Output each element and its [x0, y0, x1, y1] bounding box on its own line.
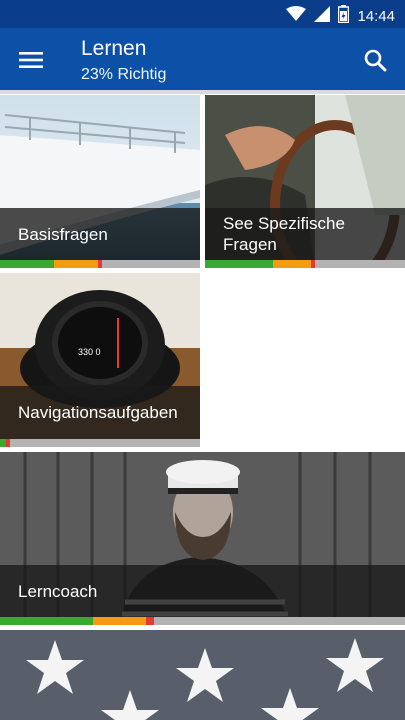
progress-wrong [6, 439, 10, 447]
page-title: Lernen [81, 37, 147, 60]
svg-text:330 0: 330 0 [78, 347, 101, 357]
tile-overlay: Navigationsaufgaben [0, 386, 200, 439]
progress-bar [0, 617, 405, 625]
tile-image-stars [0, 630, 405, 720]
tile-see-spezifische-fragen[interactable]: See Spezifische Fragen [205, 95, 405, 268]
progress-wrong [311, 260, 315, 268]
tile-overlay: See Spezifische Fragen [205, 208, 405, 260]
search-icon [359, 44, 393, 78]
progress-correct [0, 617, 94, 625]
tile-label: Lerncoach [18, 581, 98, 601]
tile-label: Basisfragen [18, 224, 108, 244]
wifi-icon [286, 6, 307, 26]
progress-bar [0, 439, 200, 447]
progress-bar [205, 260, 405, 268]
app-bar: Lernen 23% Richtig [0, 28, 405, 90]
page-subtitle: 23% Richtig [81, 66, 167, 83]
progress-bar [0, 260, 200, 268]
progress-wrong [145, 617, 154, 625]
clock: 14:44 [357, 7, 395, 25]
tile-navigationsaufgaben[interactable]: 330 0 Navigationsaufgaben [0, 273, 200, 447]
battery-icon [338, 5, 350, 27]
progress-partial [93, 617, 146, 625]
tile-label: See Spezifische Fragen [223, 214, 345, 254]
signal-icon [314, 6, 331, 26]
progress-correct [0, 260, 54, 268]
tile-basisfragen[interactable]: Basisfragen [0, 95, 200, 268]
progress-wrong [98, 260, 102, 268]
status-bar: 14:44 [0, 0, 405, 28]
progress-partial [273, 260, 311, 268]
progress-correct [205, 260, 273, 268]
progress-partial [54, 260, 98, 268]
tile-overlay: Basisfragen [0, 208, 200, 260]
menu-icon [12, 42, 50, 78]
tile-stars-partial[interactable] [0, 630, 405, 720]
menu-button[interactable] [12, 42, 50, 78]
tile-overlay: Lerncoach [0, 565, 405, 617]
status-icons: 14:44 [286, 5, 395, 27]
tile-label: Navigationsaufgaben [18, 403, 178, 422]
appbar-shadow [0, 90, 405, 94]
search-button[interactable] [359, 44, 393, 78]
tile-lerncoach[interactable]: Lerncoach [0, 452, 405, 625]
